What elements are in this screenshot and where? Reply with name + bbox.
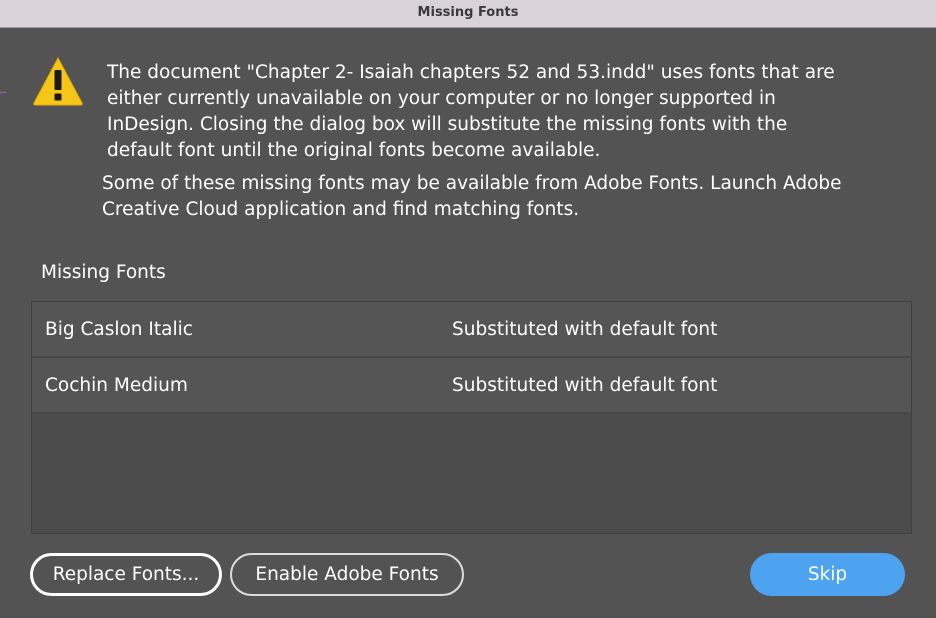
- enable-adobe-fonts-button[interactable]: Enable Adobe Fonts: [230, 553, 464, 596]
- replace-fonts-button[interactable]: Replace Fonts...: [30, 553, 222, 596]
- title-bar: Missing Fonts: [0, 0, 936, 28]
- font-row[interactable]: Cochin Medium Substituted with default f…: [32, 358, 911, 414]
- font-name: Big Caslon Italic: [45, 319, 193, 340]
- font-status: Substituted with default font: [452, 319, 718, 340]
- background-window-edge: [0, 92, 6, 93]
- warning-triangle-icon: [33, 56, 83, 106]
- font-row[interactable]: Big Caslon Italic Substituted with defau…: [32, 302, 911, 358]
- missing-fonts-dialog: Missing Fonts The document "Chapter 2- I…: [0, 0, 936, 618]
- window-title: Missing Fonts: [417, 5, 519, 20]
- missing-fonts-list[interactable]: Big Caslon Italic Substituted with defau…: [31, 301, 912, 534]
- missing-fonts-message: The document "Chapter 2- Isaiah chapters…: [107, 62, 835, 161]
- font-name: Cochin Medium: [45, 375, 188, 396]
- missing-fonts-section-label: Missing Fonts: [41, 262, 166, 283]
- font-status: Substituted with default font: [452, 375, 718, 396]
- skip-button[interactable]: Skip: [750, 553, 905, 596]
- adobe-fonts-message: Some of these missing fonts may be avail…: [102, 173, 842, 220]
